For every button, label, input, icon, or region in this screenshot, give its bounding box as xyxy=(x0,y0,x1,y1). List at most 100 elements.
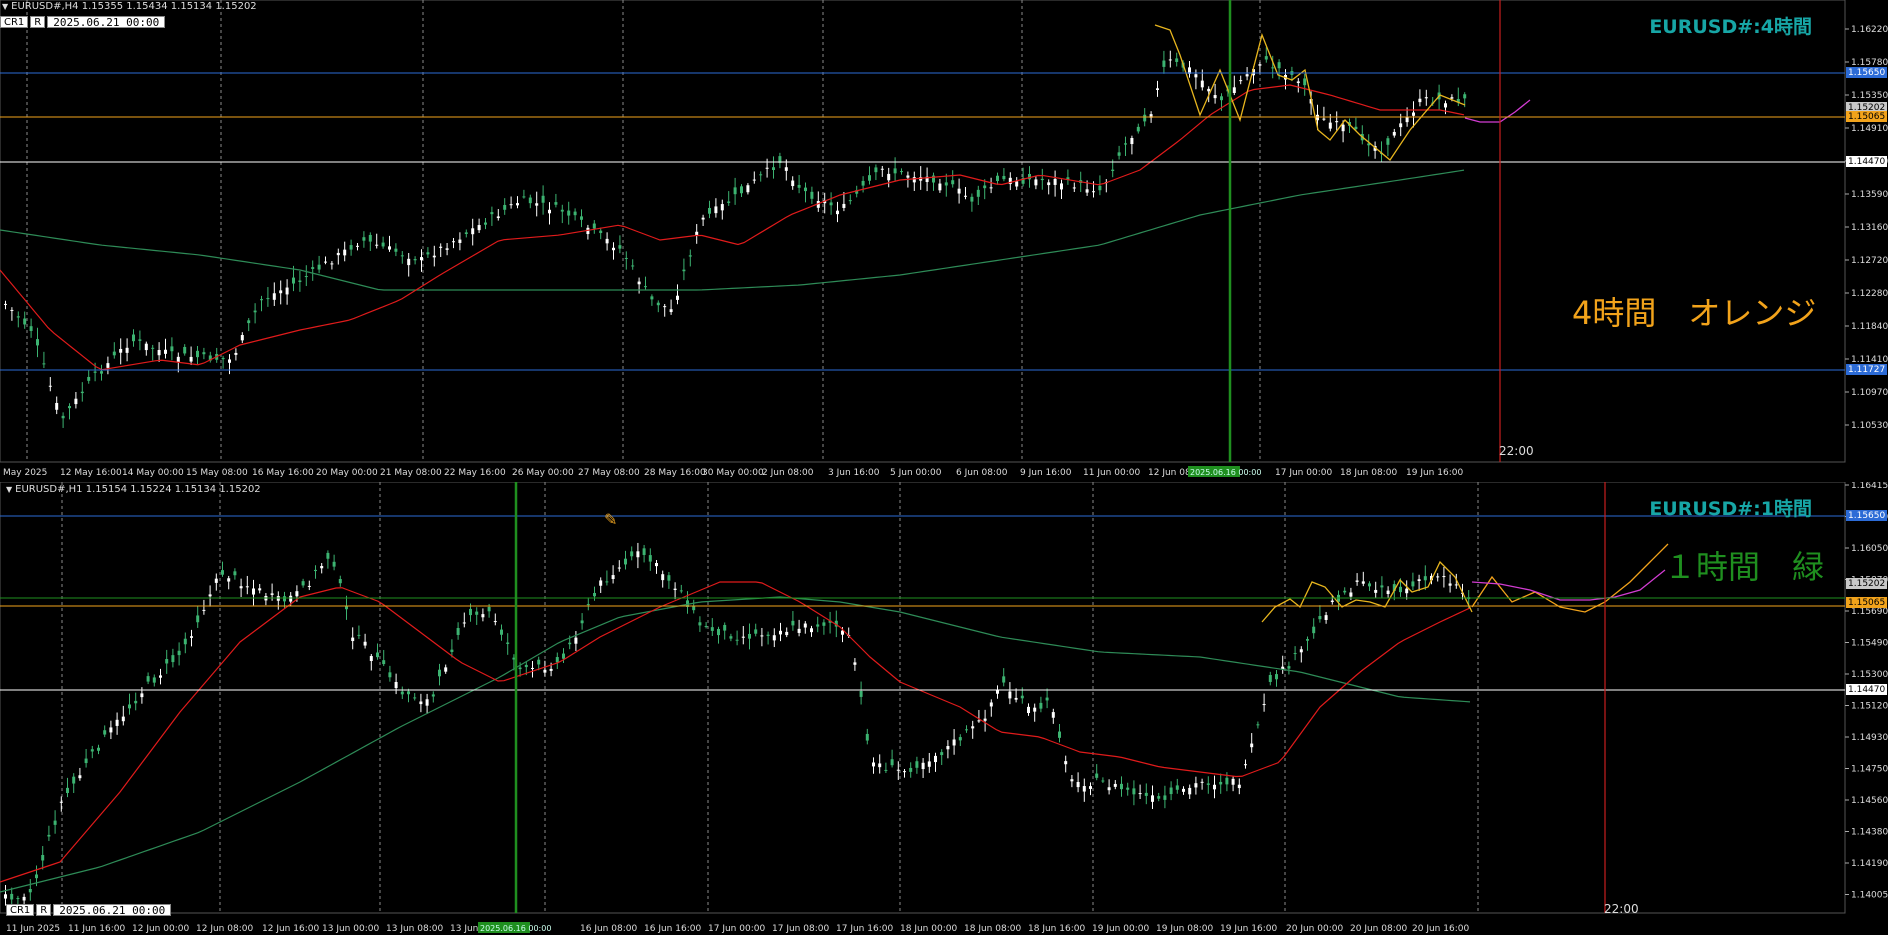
candle-body xyxy=(636,551,640,558)
candle-body xyxy=(1330,600,1334,603)
candle-body xyxy=(1182,788,1185,792)
price-axis-label: 1.13590 xyxy=(1851,190,1888,200)
h4-navigator[interactable]: CR1 R 2025.06.21 00:00 xyxy=(0,16,166,29)
candle-body xyxy=(574,637,578,644)
projection-magenta xyxy=(1471,569,1666,601)
time-axis-label: 2025.06.16 00:00 xyxy=(480,924,551,933)
candle-body xyxy=(673,588,677,591)
candle-body xyxy=(733,187,737,195)
candle-body xyxy=(128,704,131,709)
time-axis-label: 17 Jun 16:00 xyxy=(836,924,893,934)
h4-nav-r-button[interactable]: R xyxy=(30,16,46,28)
candle-body xyxy=(439,246,443,248)
candle-body xyxy=(1113,783,1117,787)
price-level-label: 1.15065 xyxy=(1848,598,1885,608)
candle-body xyxy=(522,196,526,198)
candle-body xyxy=(506,642,510,644)
time-axis-label: 3 Jun 16:00 xyxy=(828,468,880,478)
candle-body xyxy=(1175,785,1179,790)
candle-body xyxy=(676,295,679,300)
h4-chart-canvas[interactable]: 1.162201.157801.153501.149101.140301.135… xyxy=(0,0,1888,482)
h1-vline-time-label: 22:00 xyxy=(1604,902,1639,916)
triangle-down-icon[interactable]: ▼ xyxy=(2,2,8,11)
h1-chart-canvas[interactable]: 1.164151.162301.160501.158701.156901.154… xyxy=(0,482,1888,935)
candle-body xyxy=(202,609,206,611)
candle-body xyxy=(1306,639,1309,641)
candle-body xyxy=(407,258,411,266)
pencil-icon[interactable]: ✎ xyxy=(604,510,617,529)
slow-moving-average xyxy=(0,169,1465,291)
candle-body xyxy=(760,635,764,637)
candle-body xyxy=(41,854,45,861)
candle-body xyxy=(655,563,658,567)
candle-body xyxy=(965,729,968,731)
candle-body xyxy=(810,628,813,633)
candle-body xyxy=(106,363,110,368)
candle-body xyxy=(227,578,231,582)
candle-body xyxy=(320,566,324,569)
candle-body xyxy=(381,242,385,247)
candle-body xyxy=(938,183,942,191)
candle-body xyxy=(599,230,603,234)
h1-navigator[interactable]: CR1 R 2025.06.21 00:00 xyxy=(6,904,172,917)
price-axis-label: 1.16415 xyxy=(1851,482,1888,491)
candle-body xyxy=(196,615,200,623)
candle-body xyxy=(394,248,398,252)
candle-body xyxy=(36,339,39,346)
candle-body xyxy=(1082,786,1086,792)
candle-body xyxy=(1051,712,1055,718)
h1-nav-r-button[interactable]: R xyxy=(36,904,52,916)
candle-body xyxy=(100,371,103,374)
time-axis-label: 12 Jun 08 xyxy=(1148,468,1191,478)
candle-body xyxy=(68,406,71,409)
chart-panel-h4[interactable]: 1.162201.157801.153501.149101.140301.135… xyxy=(0,0,1888,482)
time-axis-label: 18 Jun 08:00 xyxy=(1340,468,1397,478)
price-axis-label: 1.11840 xyxy=(1851,322,1888,332)
candle-body xyxy=(221,570,224,575)
candle-body xyxy=(279,290,283,294)
candle-body xyxy=(679,590,683,592)
price-level-label: 1.15650 xyxy=(1848,511,1885,521)
h1-nav-cr1-button[interactable]: CR1 xyxy=(6,904,35,916)
candle-body xyxy=(1126,787,1130,790)
candle-body xyxy=(816,624,820,627)
candle-body xyxy=(1040,178,1044,181)
triangle-down-icon[interactable]: ▼ xyxy=(6,485,12,494)
candle-body xyxy=(132,334,135,342)
price-axis-label: 1.16220 xyxy=(1851,25,1888,35)
time-axis-label: 18 Jun 16:00 xyxy=(1028,924,1085,934)
candle-body xyxy=(283,596,286,602)
time-axis-label: 16 May 16:00 xyxy=(252,468,314,478)
candle-body xyxy=(343,249,347,256)
candle-body xyxy=(785,631,789,636)
candle-body xyxy=(1299,649,1303,653)
price-axis-label: 1.15690 xyxy=(1851,607,1888,617)
plot-frame xyxy=(0,482,1846,914)
h4-nav-cr1-button[interactable]: CR1 xyxy=(0,16,29,28)
candle-body xyxy=(351,637,355,642)
candle-body xyxy=(791,180,795,187)
candle-body xyxy=(1245,74,1249,77)
price-level-label: 1.15065 xyxy=(1848,112,1885,122)
candle-body xyxy=(4,894,7,899)
time-axis-label: 19 Jun 16:00 xyxy=(1220,924,1277,934)
candle-body xyxy=(413,697,417,699)
h4-nav-date-field[interactable]: 2025.06.21 00:00 xyxy=(47,16,166,29)
candle-body xyxy=(1312,626,1316,634)
candle-body xyxy=(1324,615,1328,620)
candle-body xyxy=(1343,590,1347,593)
candle-body xyxy=(368,234,372,242)
chart-panel-h1[interactable]: 1.164151.162301.160501.158701.156901.154… xyxy=(0,482,1888,935)
candle-body xyxy=(727,201,731,203)
time-axis-label: 12 Jun 00:00 xyxy=(132,924,189,934)
candle-body xyxy=(1027,706,1030,714)
candle-body xyxy=(663,306,667,308)
candle-body xyxy=(16,316,20,318)
candle-body xyxy=(252,588,255,595)
candle-body xyxy=(357,634,361,636)
candle-body xyxy=(1244,764,1247,766)
h1-nav-date-field[interactable]: 2025.06.21 00:00 xyxy=(53,904,172,917)
candle-body xyxy=(394,681,398,689)
candle-body xyxy=(1354,126,1358,130)
time-axis-label: May 2025 xyxy=(3,468,47,478)
